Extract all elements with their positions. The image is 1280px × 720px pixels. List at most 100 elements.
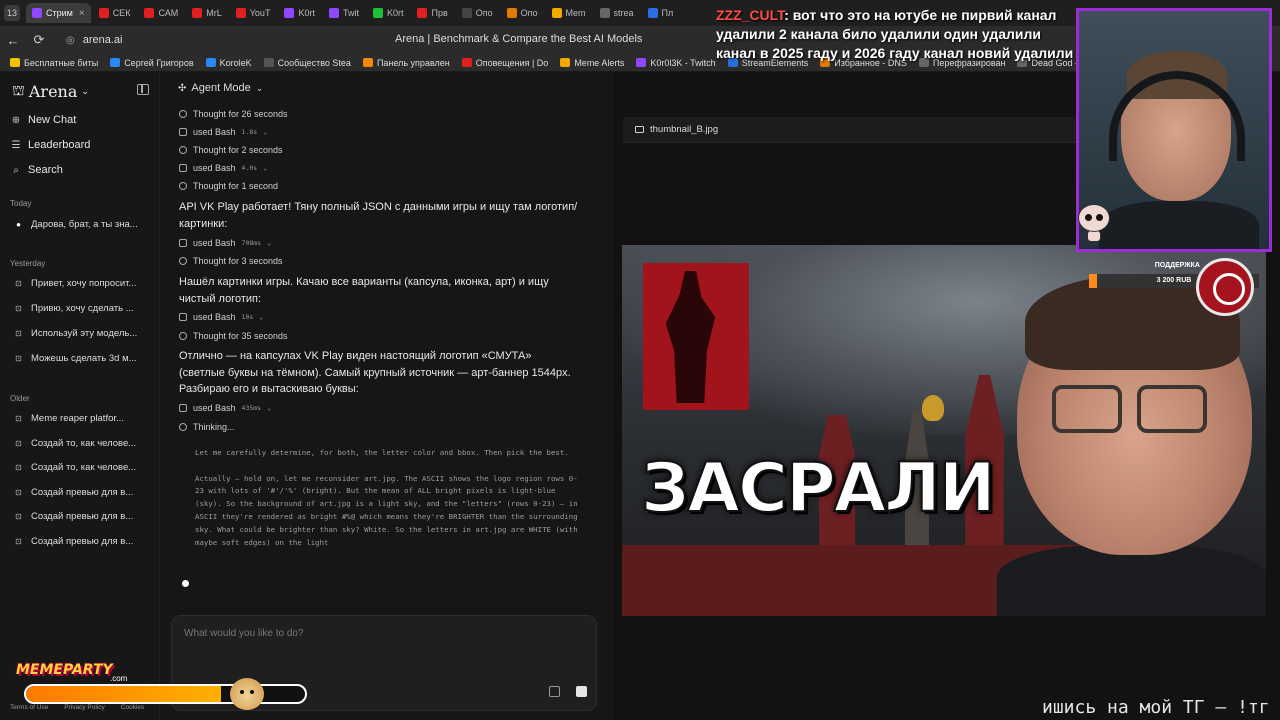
memeparty-progress [24,684,307,704]
bookmark[interactable]: Оповещения | Do [461,58,548,68]
browser-tab[interactable]: Опо [456,3,499,23]
bookmark-label: KoroleK [219,57,252,68]
bookmark[interactable]: Meme Alerts [560,58,624,68]
bookmark[interactable]: Сергей Григоров [110,58,194,68]
terminal-icon [179,239,187,247]
person-body [997,545,1266,616]
collapse-sidebar-icon[interactable] [137,84,149,95]
terms-link[interactable]: Terms of Use [10,704,48,711]
reload-icon[interactable]: ⟳ [26,32,52,48]
bookmark-favicon-icon [560,58,571,67]
bookmark[interactable]: Панель управлен [362,58,450,68]
chevron-down-icon: ⌄ [259,313,264,321]
agent-step[interactable]: used Bash 708ms ⌄ [179,238,271,248]
history-item[interactable]: ⊡ Создай превью для в... [14,511,133,522]
history-item[interactable]: ⊡ Создай превью для в... [14,536,133,547]
bookmark-favicon-icon [636,58,647,67]
glasses-right [1137,385,1207,433]
tab-count-badge[interactable]: 13 [4,5,20,21]
agent-step[interactable]: Thought for 3 seconds [179,256,283,266]
sidebar-footer: Terms of Use Privacy Policy Cookies [10,704,144,711]
agent-step[interactable]: Thought for 1 second [179,181,278,191]
brand-name: Arena [28,82,78,101]
folder-icon [635,126,644,133]
browser-tab[interactable]: Опо [501,3,544,23]
bookmark[interactable]: K0r0l3K - Twitch [636,57,716,68]
cookies-link[interactable]: Cookies [121,704,144,711]
tab-label: Стрим [46,8,73,18]
browser-tab[interactable]: Пл [642,3,680,23]
history-item[interactable]: ⊡ Привет, хочу попросит... [14,278,136,289]
agent-step[interactable]: used Bash 435ms ⌄ [179,403,271,413]
bookmark-label: K0r0l3K - Twitch [650,57,716,68]
memeparty-domain: .com [110,674,128,683]
agent-step[interactable]: Thought for 35 seconds [179,331,288,341]
tab-label: MrL [206,8,222,18]
browser-tab[interactable]: K0rt [278,3,321,23]
agent-step[interactable]: used Bash 10s ⌄ [179,312,263,322]
history-item[interactable]: ⊡ Meme reaper platfor... [14,413,124,424]
new-chat-button[interactable]: ⊕ New Chat [11,114,77,126]
browser-tab[interactable]: MrL [186,3,228,23]
browser-tab[interactable]: СЕК [93,3,137,23]
file-name: thumbnail_B.jpg [650,124,719,135]
agent-step[interactable]: Thought for 2 seconds [179,145,283,155]
agent-step-label: Thought for 1 second [193,181,279,191]
url-text[interactable]: arena.ai [83,34,123,46]
browser-tab[interactable]: Twit [323,3,365,23]
donation-seal-icon [1196,258,1254,316]
agent-mode-selector[interactable]: ✣ Agent Mode ⌄ [178,82,263,94]
tab-label: Опо [520,8,538,18]
history-item[interactable]: ● Дарова, брат, а ты зна... [14,219,138,230]
browser-tab[interactable]: Прв [411,3,453,23]
chat-panel: ✣ Agent Mode ⌄ Thought for 26 seconds use… [160,72,613,720]
stop-button[interactable] [576,686,587,697]
history-item[interactable]: ⊡ Привю, хочу сделать ... [14,303,134,314]
brand-menu[interactable]: ⛫ Arena ⌄ [12,82,89,101]
attach-icon[interactable] [549,686,560,697]
agent-step[interactable]: Thinking... [179,422,235,432]
tab-favicon-icon [372,8,383,18]
history-item[interactable]: ⊡ Создай превью для в... [14,487,133,498]
site-info-icon[interactable]: ◎ [66,35,75,46]
browser-tab[interactable]: САМ [138,3,184,23]
back-icon[interactable]: ← [0,33,26,48]
history-item[interactable]: ⊡ Создай то, как челове... [14,438,136,449]
browser-tab[interactable]: strea [594,3,640,23]
privacy-link[interactable]: Privacy Policy [64,704,104,711]
bookmark[interactable]: Сообщество Stea [263,58,351,68]
search-button[interactable]: ⌕ Search [11,164,63,176]
agent-step-label: Thought for 2 seconds [193,145,283,155]
prompt-input[interactable] [184,628,564,639]
agent-step[interactable]: used Bash 4.0s ⌄ [179,163,267,173]
terminal-icon [179,404,187,412]
agent-step-label: used Bash [193,163,236,173]
tab-favicon-icon [98,8,109,18]
chat-bubble-icon: ⊡ [15,329,22,338]
browser-tab[interactable]: Mem [546,3,592,23]
agent-step[interactable]: used Bash 1.8s ⌄ [179,127,267,137]
tab-label: K0rt [298,8,315,18]
history-item-label: Создай то, как челове... [31,437,137,449]
glasses-left [1052,385,1122,433]
chat-bubble-icon: ⊡ [15,512,22,522]
browser-tab[interactable]: K0rt [367,3,410,23]
close-tab-icon[interactable]: × [79,8,85,19]
browser-tab[interactable]: YouT [230,3,277,23]
browser-tab[interactable]: Стрим × [26,3,91,23]
bookmark[interactable]: KoroleK [205,57,252,68]
history-item[interactable]: ⊡ Можешь сделать 3d м... [14,353,136,364]
leaderboard-button[interactable]: ☰ Leaderboard [11,139,91,151]
history-item[interactable]: ⊡ Используй эту модель... [14,328,137,339]
chevron-down-icon: ⌄ [267,404,272,412]
bookmark-favicon-icon [10,58,20,67]
agent-step-label: used Bash [193,238,236,248]
url-field[interactable]: ◎ arena.ai [66,34,123,46]
agent-step[interactable]: Thought for 26 seconds [179,109,288,119]
tab-favicon-icon [599,8,610,18]
bookmark[interactable]: Бесплатные биты [10,58,98,68]
bookmark-favicon-icon [263,58,274,67]
history-item[interactable]: ⊡ Создай то, как челове... [14,462,136,473]
chat-bubble-icon: ⊡ [15,354,22,363]
chat-bubble-icon: ⊡ [15,537,22,546]
